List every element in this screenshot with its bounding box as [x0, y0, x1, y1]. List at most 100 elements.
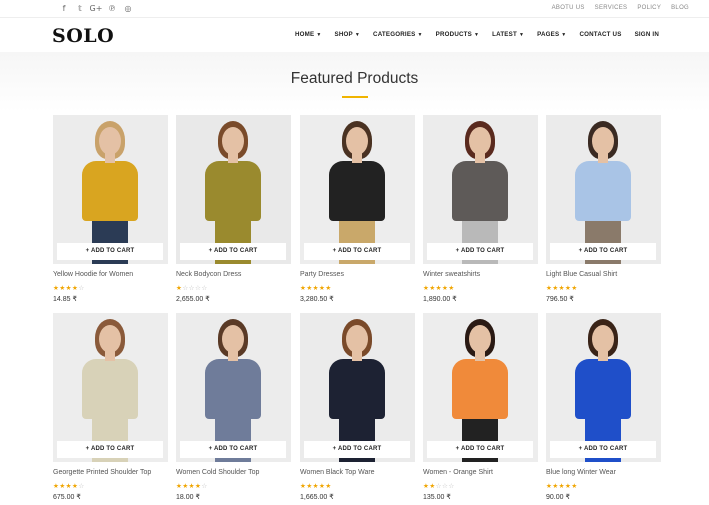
product-price: 796.50 ₹ [546, 296, 574, 303]
product-name[interactable]: Blue long Winter Wear [546, 469, 616, 476]
add-to-cart-button[interactable]: + ADD TO CART [427, 441, 533, 458]
nav-item-label: PAGES [537, 31, 560, 38]
header: SOLO HOME ▼ SHOP ▼ CATEGORIES ▼ PRODUCTS ▼ LATES… [0, 18, 709, 52]
star-icon: ☆ [448, 482, 455, 490]
product-price: 1,890.00 ₹ [423, 296, 457, 303]
product-card[interactable]: + ADD TO CART Neck Bodycon Dress ★☆☆☆☆ 2,65… [176, 115, 291, 307]
model-head [222, 325, 244, 353]
nav-item-pages[interactable]: PAGES ▼ [537, 31, 566, 38]
chevron-down-icon: ▼ [316, 32, 322, 38]
section-title: Featured Products [290, 70, 419, 87]
star-icon: ★ [325, 482, 332, 490]
product-image[interactable]: + ADD TO CART [53, 313, 168, 462]
main-nav: HOME ▼ SHOP ▼ CATEGORIES ▼ PRODUCTS ▼ LATEST ▼ PAG… [295, 31, 659, 38]
product-price: 14.85 ₹ [53, 296, 77, 303]
model-head [469, 127, 491, 155]
product-rating: ★★★★★ [423, 284, 455, 292]
google-plus-icon[interactable]: G+ [88, 4, 104, 13]
nav-item-contact-us[interactable]: CONTACT US [579, 31, 621, 38]
model-head [222, 127, 244, 155]
product-name[interactable]: Women - Orange Shirt [423, 469, 493, 476]
product-price: 18.00 ₹ [176, 494, 200, 501]
model-top [575, 359, 631, 419]
model-top [82, 359, 138, 419]
product-rating: ★☆☆☆☆ [176, 284, 208, 292]
product-price: 3,280.50 ₹ [300, 296, 334, 303]
product-image[interactable]: + ADD TO CART [423, 115, 538, 264]
add-to-cart-button[interactable]: + ADD TO CART [180, 441, 286, 458]
product-name[interactable]: Women Black Top Ware [300, 469, 375, 476]
product-price: 135.00 ₹ [423, 494, 451, 501]
product-name[interactable]: Women Cold Shoulder Top [176, 469, 259, 476]
nav-item-label: SIGN IN [634, 31, 659, 38]
product-rating: ★★★★☆ [53, 284, 85, 292]
top-link-blog[interactable]: BLOG [671, 5, 689, 11]
product-name[interactable]: Winter sweatshirts [423, 271, 480, 278]
nav-item-sign-in[interactable]: SIGN IN [635, 31, 659, 38]
product-name[interactable]: Light Blue Casual Shirt [546, 271, 617, 278]
nav-item-products[interactable]: PRODUCTS ▼ [436, 31, 479, 38]
star-icon: ★ [325, 284, 332, 292]
add-to-cart-button[interactable]: + ADD TO CART [550, 441, 656, 458]
product-image[interactable]: + ADD TO CART [176, 313, 291, 462]
add-to-cart-button[interactable]: + ADD TO CART [57, 243, 163, 260]
title-underline [342, 96, 368, 98]
product-image[interactable]: + ADD TO CART [176, 115, 291, 264]
twitter-icon[interactable]: 𝕥 [72, 4, 88, 13]
top-link-abotu-us[interactable]: ABOTU US [552, 5, 585, 11]
product-name[interactable]: Georgette Printed Shoulder Top [53, 469, 151, 476]
star-icon: ★ [571, 482, 578, 490]
product-rating: ★★★★☆ [53, 482, 85, 490]
product-card[interactable]: + ADD TO CART Light Blue Casual Shirt ★★★★… [546, 115, 661, 307]
product-name[interactable]: Neck Bodycon Dress [176, 271, 241, 278]
nav-item-label: PRODUCTS [435, 31, 472, 38]
product-image[interactable]: + ADD TO CART [300, 115, 415, 264]
facebook-icon[interactable]: f [56, 4, 72, 13]
logo[interactable]: SOLO [52, 25, 114, 47]
product-name[interactable]: Party Dresses [300, 271, 344, 278]
add-to-cart-button[interactable]: + ADD TO CART [304, 243, 410, 260]
model-head [592, 325, 614, 353]
nav-item-shop[interactable]: SHOP ▼ [335, 31, 361, 38]
product-card[interactable]: + ADD TO CART Yellow Hoodie for Women ★★★★… [53, 115, 168, 307]
product-card[interactable]: + ADD TO CART Winter sweatshirts ★★★★★ 1,89… [423, 115, 538, 307]
product-rating: ★★★★★ [546, 482, 578, 490]
product-card[interactable]: + ADD TO CART Blue long Winter Wear ★★★★★ 9… [546, 313, 661, 505]
product-card[interactable]: + ADD TO CART Women Black Top Ware ★★★★★ 1,… [300, 313, 415, 505]
nav-item-label: CATEGORIES [373, 31, 416, 38]
add-to-cart-button[interactable]: + ADD TO CART [57, 441, 163, 458]
product-card[interactable]: + ADD TO CART Women - Orange Shirt ★★☆☆☆ 13… [423, 313, 538, 505]
instagram-icon[interactable]: ◎ [120, 4, 136, 13]
nav-item-label: SHOP [334, 31, 353, 38]
product-image[interactable]: + ADD TO CART [546, 115, 661, 264]
add-to-cart-button[interactable]: + ADD TO CART [550, 243, 656, 260]
nav-item-home[interactable]: HOME ▼ [295, 31, 322, 38]
nav-item-label: CONTACT US [579, 31, 622, 38]
pinterest-icon[interactable]: ℗ [104, 4, 120, 13]
product-image[interactable]: + ADD TO CART [300, 313, 415, 462]
top-link-policy[interactable]: POLICY [637, 5, 661, 11]
star-icon: ★ [448, 284, 455, 292]
product-card[interactable]: + ADD TO CART Party Dresses ★★★★★ 3,280.50 … [300, 115, 415, 307]
model-top [452, 359, 508, 419]
product-rating: ★★★★★ [546, 284, 578, 292]
model-top [329, 359, 385, 419]
nav-item-label: HOME [295, 31, 315, 38]
product-image[interactable]: + ADD TO CART [53, 115, 168, 264]
add-to-cart-button[interactable]: + ADD TO CART [304, 441, 410, 458]
chevron-down-icon: ▼ [561, 32, 567, 38]
top-links: ABOTU US SERVICES POLICY BLOG [552, 5, 689, 11]
add-to-cart-button[interactable]: + ADD TO CART [427, 243, 533, 260]
product-image[interactable]: + ADD TO CART [423, 313, 538, 462]
model-head [99, 127, 121, 155]
nav-item-latest[interactable]: LATEST ▼ [492, 31, 524, 38]
product-card[interactable]: + ADD TO CART Georgette Printed Shoulder … [53, 313, 168, 505]
top-link-services[interactable]: SERVICES [595, 5, 628, 11]
nav-item-categories[interactable]: CATEGORIES ▼ [373, 31, 423, 38]
product-image[interactable]: + ADD TO CART [546, 313, 661, 462]
chevron-down-icon: ▼ [473, 32, 480, 38]
product-name[interactable]: Yellow Hoodie for Women [53, 271, 133, 278]
chevron-down-icon: ▼ [354, 32, 361, 38]
product-card[interactable]: + ADD TO CART Women Cold Shoulder Top ★★★★… [176, 313, 291, 505]
add-to-cart-button[interactable]: + ADD TO CART [180, 243, 286, 260]
